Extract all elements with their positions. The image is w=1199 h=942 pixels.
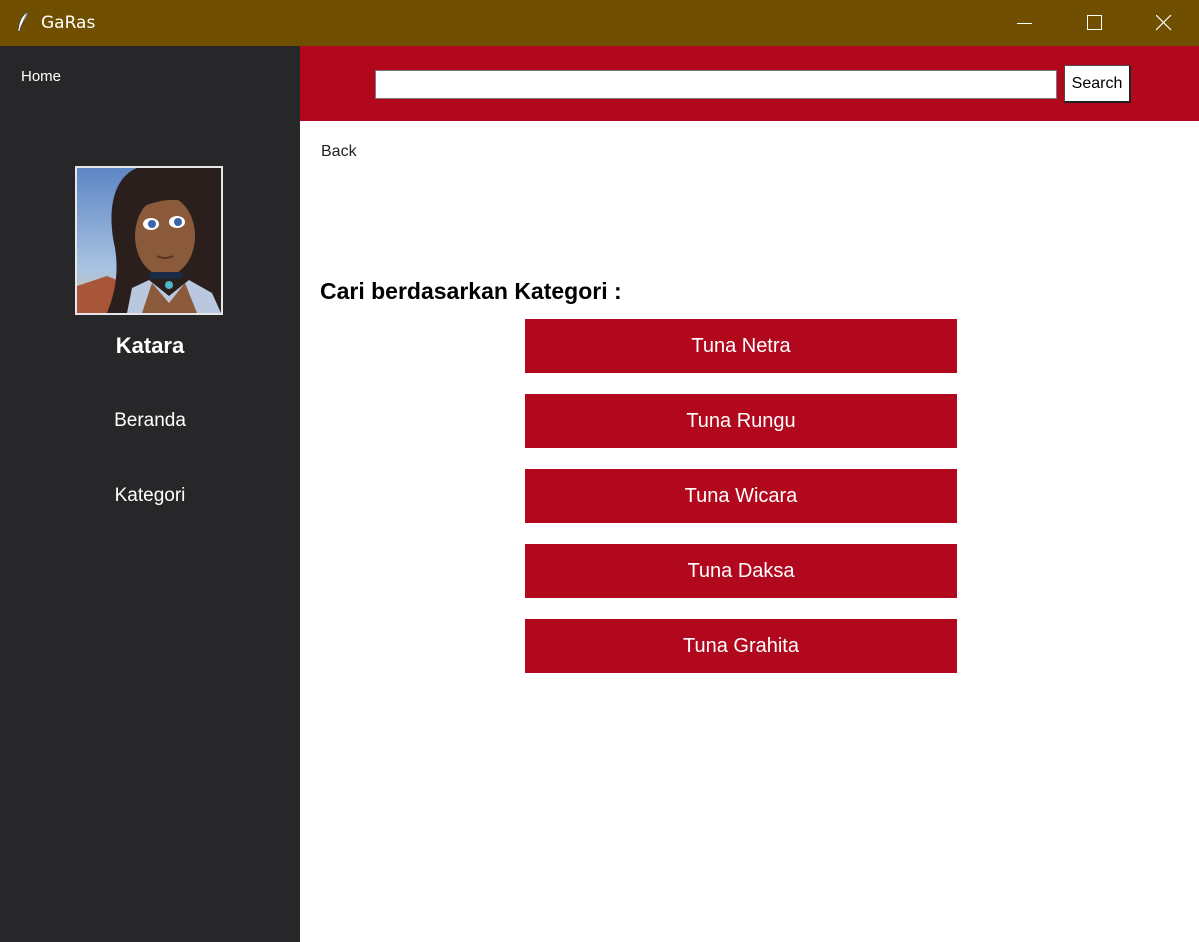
minimize-icon [1017,23,1032,24]
close-icon [1156,15,1172,31]
avatar [75,166,223,315]
window-title: GaRas [41,13,96,33]
sidebar-item-beranda[interactable]: Beranda [0,410,300,432]
category-list: Tuna Netra Tuna Rungu Tuna Wicara Tuna D… [525,319,957,694]
category-button-tuna-daksa[interactable]: Tuna Daksa [525,544,957,598]
category-button-tuna-wicara[interactable]: Tuna Wicara [525,469,957,523]
search-input[interactable] [375,70,1057,99]
category-button-tuna-netra[interactable]: Tuna Netra [525,319,957,373]
sidebar: Home Katara Beranda Kategori [0,46,300,942]
user-name: Katara [115,333,185,358]
search-button[interactable]: Search [1064,65,1131,103]
maximize-icon [1087,15,1102,30]
maximize-button[interactable] [1060,0,1130,46]
category-button-tuna-rungu[interactable]: Tuna Rungu [525,394,957,448]
close-button[interactable] [1129,0,1199,46]
section-heading: Cari berdasarkan Kategori : [320,278,622,304]
category-button-tuna-grahita[interactable]: Tuna Grahita [525,619,957,673]
home-link[interactable]: Home [21,68,61,85]
search-bar: Search [300,46,1199,121]
sidebar-item-kategori[interactable]: Kategori [0,485,300,507]
minimize-button[interactable] [990,0,1060,46]
title-bar: GaRas [0,0,1199,46]
back-link[interactable]: Back [321,143,357,161]
feather-icon [15,11,31,33]
